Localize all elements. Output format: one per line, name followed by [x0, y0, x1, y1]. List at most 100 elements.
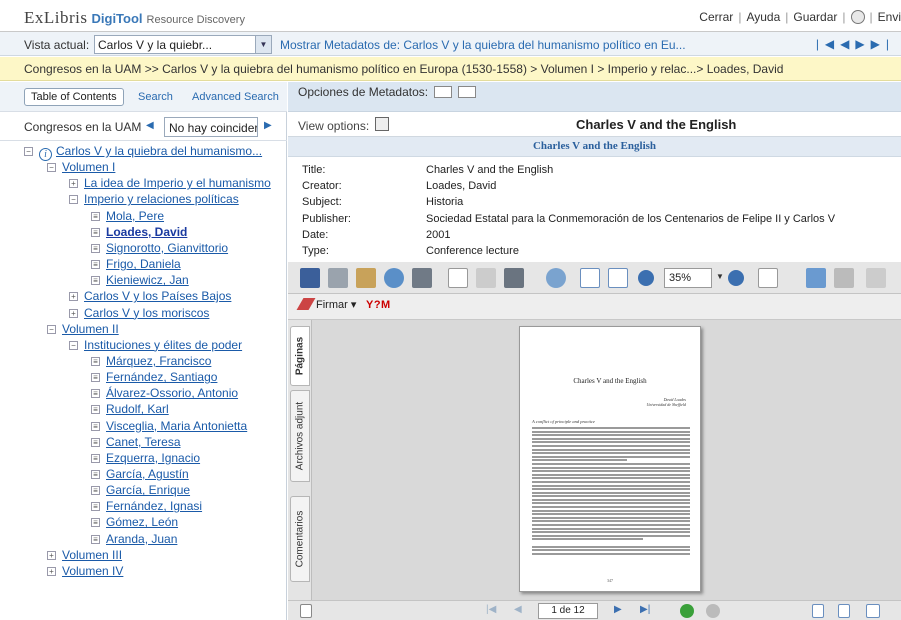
toc-tree-item-label[interactable]: Loades, David — [106, 225, 187, 239]
continuous-page-icon[interactable] — [838, 604, 850, 618]
toc-tree-item-label[interactable]: Fernández, Ignasi — [106, 499, 202, 513]
go-back-icon[interactable] — [680, 604, 694, 618]
toc-tree-item-label[interactable]: Frigo, Daniela — [106, 257, 181, 271]
toc-tree-item[interactable]: + La idea de Imperio y el humanismo — [69, 176, 271, 192]
breadcrumb[interactable]: Congresos en la UAM >> Carlos V y la qui… — [0, 57, 901, 81]
single-page-icon[interactable] — [812, 604, 824, 618]
toc-tree-item[interactable]: − i Carlos V y la quiebra del humanismo... — [24, 144, 262, 161]
zoom-in-icon[interactable] — [728, 270, 744, 286]
toc-tree-item-label[interactable]: Carlos V y la quiebra del humanismo... — [56, 144, 262, 158]
toc-tree-item-label[interactable]: Carlos V y los Países Bajos — [84, 289, 231, 303]
toc-tree-item[interactable]: + Volumen IV — [47, 564, 123, 580]
tab-comments[interactable]: Comentarios — [290, 496, 310, 582]
first-record-icon[interactable]: |◀ — [816, 37, 840, 51]
next-match-icon[interactable]: ▶ — [264, 120, 272, 131]
page-indicator[interactable]: 1 de 12 — [538, 603, 598, 619]
email-icon[interactable] — [384, 268, 404, 288]
toc-tree-item[interactable]: ≡ Mola, Pere — [91, 209, 164, 225]
toc-tree-item[interactable]: ≡ Loades, David — [91, 225, 187, 241]
hand-tool-icon[interactable] — [448, 268, 468, 288]
toc-tree-item-label[interactable]: Volumen II — [62, 322, 119, 336]
toc-tree-item-label[interactable]: Signorotto, Gianvittorio — [106, 241, 228, 255]
toc-tree-item[interactable]: − Instituciones y élites de poder — [69, 338, 242, 354]
toc-tree-item-label[interactable]: Kieniewicz, Jan — [106, 273, 189, 287]
toc-tree-item[interactable]: ≡ García, Agustín — [91, 467, 189, 483]
next-page-icon[interactable]: ▶ — [614, 604, 622, 615]
toc-tree-item-label[interactable]: Volumen IV — [62, 564, 123, 578]
toc-tree-item[interactable]: + Carlos V y los Países Bajos — [69, 289, 231, 305]
toc-tree-item[interactable]: ≡ Fernández, Ignasi — [91, 499, 202, 515]
snapshot-icon[interactable] — [504, 268, 524, 288]
expand-icon[interactable]: + — [47, 566, 56, 576]
thumbnail-panel-icon[interactable] — [300, 604, 312, 618]
toc-tree-item[interactable]: ≡ Fernández, Santiago — [91, 370, 217, 386]
undo-icon[interactable] — [834, 268, 854, 288]
expand-icon[interactable]: + — [47, 550, 56, 560]
previous-record-icon[interactable]: ◀ — [840, 37, 855, 51]
toc-tree-item-label[interactable]: García, Agustín — [106, 467, 189, 481]
expand-icon[interactable]: + — [69, 179, 78, 189]
tab-pages[interactable]: Páginas — [290, 326, 310, 386]
sign-button[interactable]: Firmar ▾ — [296, 298, 356, 311]
help-link[interactable]: Ayuda — [746, 10, 780, 24]
spellcheck-icon[interactable] — [806, 268, 826, 288]
toc-tree-item[interactable]: ≡ Aranda, Juan — [91, 532, 177, 548]
full-view-icon[interactable] — [458, 86, 476, 98]
toc-tree-item[interactable]: ≡ Frigo, Daniela — [91, 257, 181, 273]
toc-tree-item[interactable]: + Volumen III — [47, 548, 122, 564]
toc-tree-item-label[interactable]: Mola, Pere — [106, 209, 164, 223]
tab-attachments[interactable]: Archivos adjunt — [290, 390, 310, 482]
table-of-contents-button[interactable]: Table of Contents — [24, 88, 124, 106]
toc-tree-item[interactable]: ≡ Ezquerra, Ignacio — [91, 451, 200, 467]
current-view-select[interactable]: Carlos V y la quiebr... ▼ — [94, 35, 272, 54]
zoom-tool-icon[interactable] — [546, 268, 566, 288]
toc-tree-item-label[interactable]: Gómez, León — [106, 515, 178, 529]
paste-icon[interactable] — [866, 268, 886, 288]
previous-match-icon[interactable]: ◀ — [146, 120, 154, 131]
toc-tree-item-label[interactable]: Carlos V y los moriscos — [84, 306, 209, 320]
close-link[interactable]: Cerrar — [699, 10, 733, 24]
toc-tree-item[interactable]: − Volumen II — [47, 322, 119, 338]
show-metadata-link[interactable]: Mostrar Metadatos de: Carlos V y la quie… — [280, 38, 686, 52]
toc-tree-item[interactable]: ≡ Rudolf, Karl — [91, 402, 169, 418]
split-view-icon[interactable] — [434, 86, 452, 98]
toc-tree-item-label[interactable]: Instituciones y élites de poder — [84, 338, 242, 352]
advanced-search-tab[interactable]: Advanced Search — [192, 91, 279, 103]
ylogo-icon[interactable]: Y?M — [366, 299, 391, 311]
find-icon[interactable] — [412, 268, 432, 288]
toc-tree-item[interactable]: + Carlos V y los moriscos — [69, 306, 209, 322]
send-link[interactable]: Envi — [878, 10, 901, 24]
toc-tree-item[interactable]: ≡ Márquez, Francisco — [91, 354, 211, 370]
zoom-out-icon[interactable] — [638, 270, 654, 286]
expand-icon[interactable]: + — [69, 308, 78, 318]
toc-tree-item-label[interactable]: La idea de Imperio y el humanismo — [84, 176, 271, 190]
toc-tree-item[interactable]: ≡ Canet, Teresa — [91, 435, 181, 451]
document-area[interactable]: Charles V and the English David Loades Un… — [312, 320, 901, 600]
collapse-icon[interactable]: − — [69, 195, 78, 205]
toc-tree-item[interactable]: ≡ Gómez, León — [91, 515, 178, 531]
toc-tree-item[interactable]: ≡ Kieniewicz, Jan — [91, 273, 189, 289]
chevron-down-icon[interactable]: ▼ — [255, 36, 271, 53]
save-link[interactable]: Guardar — [793, 10, 837, 24]
toc-tree-item[interactable]: ≡ Visceglia, Maria Antonietta — [91, 419, 247, 435]
export-icon[interactable] — [356, 268, 376, 288]
fit-width-icon[interactable] — [608, 268, 628, 288]
toc-tree-item-label[interactable]: Volumen III — [62, 548, 122, 562]
last-page-icon[interactable]: ▶| — [640, 604, 650, 615]
toc-tree-item-label[interactable]: Rudolf, Karl — [106, 402, 169, 416]
search-tab[interactable]: Search — [138, 91, 173, 103]
first-page-icon[interactable]: |◀ — [486, 604, 496, 615]
chevron-down-icon[interactable]: ▼ — [716, 272, 724, 281]
collapse-icon[interactable]: − — [47, 163, 56, 173]
toc-tree-item[interactable]: ≡ García, Enrique — [91, 483, 190, 499]
go-forward-icon[interactable] — [706, 604, 720, 618]
toc-tree-item-label[interactable]: Álvarez-Ossorio, Antonio — [106, 386, 238, 400]
collapse-icon[interactable]: − — [69, 340, 78, 350]
last-record-icon[interactable]: ▶| — [871, 37, 895, 51]
print-icon[interactable] — [328, 268, 348, 288]
expand-icon[interactable]: + — [69, 292, 78, 302]
select-text-icon[interactable] — [476, 268, 496, 288]
toc-tree-item-label[interactable]: Canet, Teresa — [106, 435, 181, 449]
toc-tree-item-label[interactable]: Aranda, Juan — [106, 532, 177, 546]
toc-tree-item-label[interactable]: García, Enrique — [106, 483, 190, 497]
